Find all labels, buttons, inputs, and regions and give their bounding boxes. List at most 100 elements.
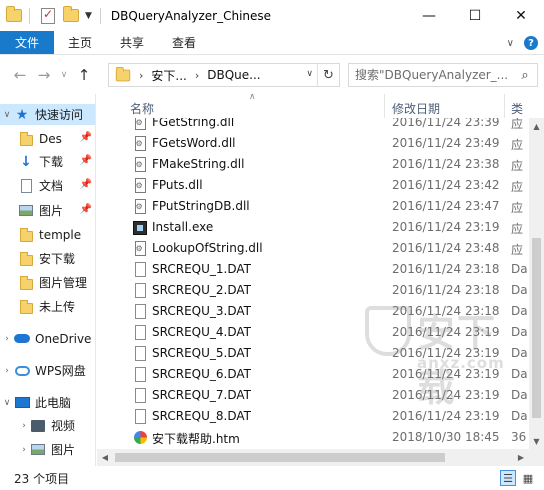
column-header: ∧ 名称 修改日期 类: [97, 94, 544, 118]
sidebar-item-videos[interactable]: › 视频: [0, 415, 95, 436]
file-name: FPuts.dll: [152, 178, 203, 192]
column-header-type[interactable]: 类: [511, 100, 523, 117]
picture-icon: [18, 203, 34, 219]
back-arrow-icon[interactable]: ←: [8, 63, 32, 87]
dat-file-icon: [133, 303, 147, 320]
column-divider[interactable]: [384, 94, 385, 118]
file-name: SRCREQU_4.DAT: [152, 325, 251, 339]
tab-share[interactable]: 共享: [106, 31, 158, 54]
collapse-chevron-icon[interactable]: ∨: [0, 110, 14, 120]
column-divider[interactable]: [504, 94, 505, 118]
file-row[interactable]: LookupOfString.dll 2016/11/24 23:48 应: [97, 238, 529, 259]
address-bar[interactable]: › 安下... › DBQue... ∨ ↻: [108, 63, 340, 87]
sidebar-item-documents[interactable]: 文档 📌: [0, 175, 95, 196]
details-view-icon[interactable]: ☰: [500, 470, 516, 486]
expand-chevron-icon[interactable]: ›: [18, 445, 30, 455]
file-row[interactable]: SRCREQU_6.DAT 2016/11/24 23:19 Da: [97, 364, 529, 385]
search-icon[interactable]: ⌕: [515, 68, 535, 83]
expand-chevron-icon[interactable]: ›: [0, 366, 14, 376]
sidebar-item-wps-cloud[interactable]: › WPS网盘: [0, 360, 95, 381]
sidebar-item-label: temple: [39, 227, 82, 242]
file-type: 36: [511, 430, 527, 444]
file-row[interactable]: Install.exe 2016/11/24 23:19 应: [97, 217, 529, 238]
scroll-right-arrow-icon[interactable]: ▶: [513, 449, 529, 466]
help-icon[interactable]: ?: [524, 36, 538, 50]
customize-toolbar-chevron-icon[interactable]: ▼: [85, 11, 92, 21]
up-arrow-icon[interactable]: ↑: [72, 63, 96, 87]
file-row[interactable]: SRCREQU_4.DAT 2016/11/24 23:19 Da: [97, 322, 529, 343]
collapse-chevron-icon[interactable]: ∨: [0, 398, 14, 408]
sidebar-item-onedrive[interactable]: › OneDrive: [0, 328, 95, 349]
address-dropdown-chevron-icon[interactable]: ∨: [306, 69, 313, 79]
sidebar-item-downloads[interactable]: ↓ 下载 📌: [0, 151, 95, 172]
folder-icon: [18, 227, 34, 243]
search-box[interactable]: ⌕: [348, 63, 538, 87]
folder-icon[interactable]: [6, 6, 22, 22]
file-type: Da: [511, 388, 528, 402]
expand-chevron-icon[interactable]: ›: [0, 334, 14, 344]
file-name: SRCREQU_5.DAT: [152, 346, 251, 360]
sidebar-item-anxz[interactable]: 安下载: [0, 248, 95, 269]
folder-icon: [18, 131, 34, 147]
file-row[interactable]: FPuts.dll 2016/11/24 23:42 应: [97, 175, 529, 196]
file-row[interactable]: SRCREQU_5.DAT 2016/11/24 23:19 Da: [97, 343, 529, 364]
column-header-date[interactable]: 修改日期: [392, 100, 440, 117]
scroll-down-arrow-icon[interactable]: ▼: [529, 433, 544, 449]
breadcrumb-item[interactable]: 安下...: [151, 67, 186, 84]
tab-file[interactable]: 文件: [0, 31, 55, 54]
horizontal-scrollbar[interactable]: ◀ ▶: [97, 449, 529, 466]
breadcrumb-separator-icon[interactable]: ›: [195, 69, 199, 82]
file-row[interactable]: SRCREQU_8.DAT 2016/11/24 23:19 Da: [97, 406, 529, 427]
sidebar-item-picture-manager[interactable]: 图片管理: [0, 272, 95, 293]
tab-home[interactable]: 主页: [54, 31, 106, 54]
new-folder-icon[interactable]: [63, 6, 79, 22]
file-row[interactable]: SRCREQU_2.DAT 2016/11/24 23:18 Da: [97, 280, 529, 301]
breadcrumb-item[interactable]: DBQue...: [207, 68, 260, 82]
minimize-button[interactable]: —: [406, 0, 452, 31]
file-row[interactable]: SRCREQU_7.DAT 2016/11/24 23:19 Da: [97, 385, 529, 406]
sidebar-item-not-uploaded[interactable]: 未上传: [0, 296, 95, 317]
dll-file-icon: [133, 135, 147, 152]
file-row[interactable]: SRCREQU_1.DAT 2016/11/24 23:18 Da: [97, 259, 529, 280]
view-switcher: ☰ ▦: [500, 470, 536, 486]
file-date: 2016/11/24 23:18: [392, 304, 500, 318]
scroll-left-arrow-icon[interactable]: ◀: [97, 449, 113, 466]
scroll-up-arrow-icon[interactable]: ▲: [529, 118, 544, 134]
sidebar-item-quick-access[interactable]: ∨ ★ 快速访问: [0, 104, 95, 125]
refresh-icon[interactable]: ↻: [317, 64, 339, 86]
file-row[interactable]: FPutStringDB.dll 2016/11/24 23:47 应: [97, 196, 529, 217]
pin-icon: 📌: [78, 155, 92, 166]
properties-icon[interactable]: [41, 7, 55, 24]
expand-chevron-icon[interactable]: ›: [18, 421, 30, 431]
computer-icon: [14, 395, 30, 411]
sidebar-item-temple[interactable]: temple: [0, 224, 95, 245]
vertical-scrollbar[interactable]: ▲ ▼: [529, 118, 544, 449]
maximize-button[interactable]: ☐: [452, 0, 498, 31]
breadcrumb-separator-icon[interactable]: ›: [139, 69, 143, 82]
file-name: 安下载帮助.htm: [152, 432, 240, 446]
vertical-scroll-thumb[interactable]: [532, 238, 541, 418]
file-row[interactable]: FGetsWord.dll 2016/11/24 23:49 应: [97, 133, 529, 154]
expand-ribbon-chevron-icon[interactable]: ∨: [507, 38, 514, 49]
sidebar-item-label: 图片: [51, 443, 76, 457]
close-button[interactable]: ✕: [498, 0, 544, 31]
file-row[interactable]: FMakeString.dll 2016/11/24 23:38 应: [97, 154, 529, 175]
sidebar-item-this-pc[interactable]: ∨ 此电脑: [0, 392, 95, 413]
column-header-name[interactable]: 名称: [130, 100, 154, 117]
recent-locations-chevron-icon[interactable]: ∨: [56, 63, 72, 87]
forward-arrow-icon[interactable]: →: [32, 63, 56, 87]
large-icons-view-icon[interactable]: ▦: [520, 470, 536, 486]
navigation-pane[interactable]: ∨ ★ 快速访问 Des 📌 ↓ 下载 📌 文档 📌 图片 📌 temple 安…: [0, 94, 96, 466]
sidebar-item-pc-pictures[interactable]: › 图片: [0, 439, 95, 460]
horizontal-scroll-thumb[interactable]: [115, 453, 445, 462]
sidebar-item-desktop[interactable]: Des 📌: [0, 128, 95, 149]
file-type: 应: [511, 201, 524, 215]
dll-file-icon: [133, 177, 147, 194]
file-row[interactable]: SRCREQU_3.DAT 2016/11/24 23:18 Da: [97, 301, 529, 322]
search-input[interactable]: [349, 65, 515, 85]
file-list[interactable]: FGetString.dll 2016/11/24 23:39 应 FGetsW…: [97, 94, 544, 466]
sidebar-item-pictures[interactable]: 图片 📌: [0, 200, 95, 221]
file-row[interactable]: 安下载帮助.htm 2018/10/30 18:45 36: [97, 427, 529, 448]
tab-view[interactable]: 查看: [158, 31, 210, 54]
title-divider: [99, 7, 101, 24]
